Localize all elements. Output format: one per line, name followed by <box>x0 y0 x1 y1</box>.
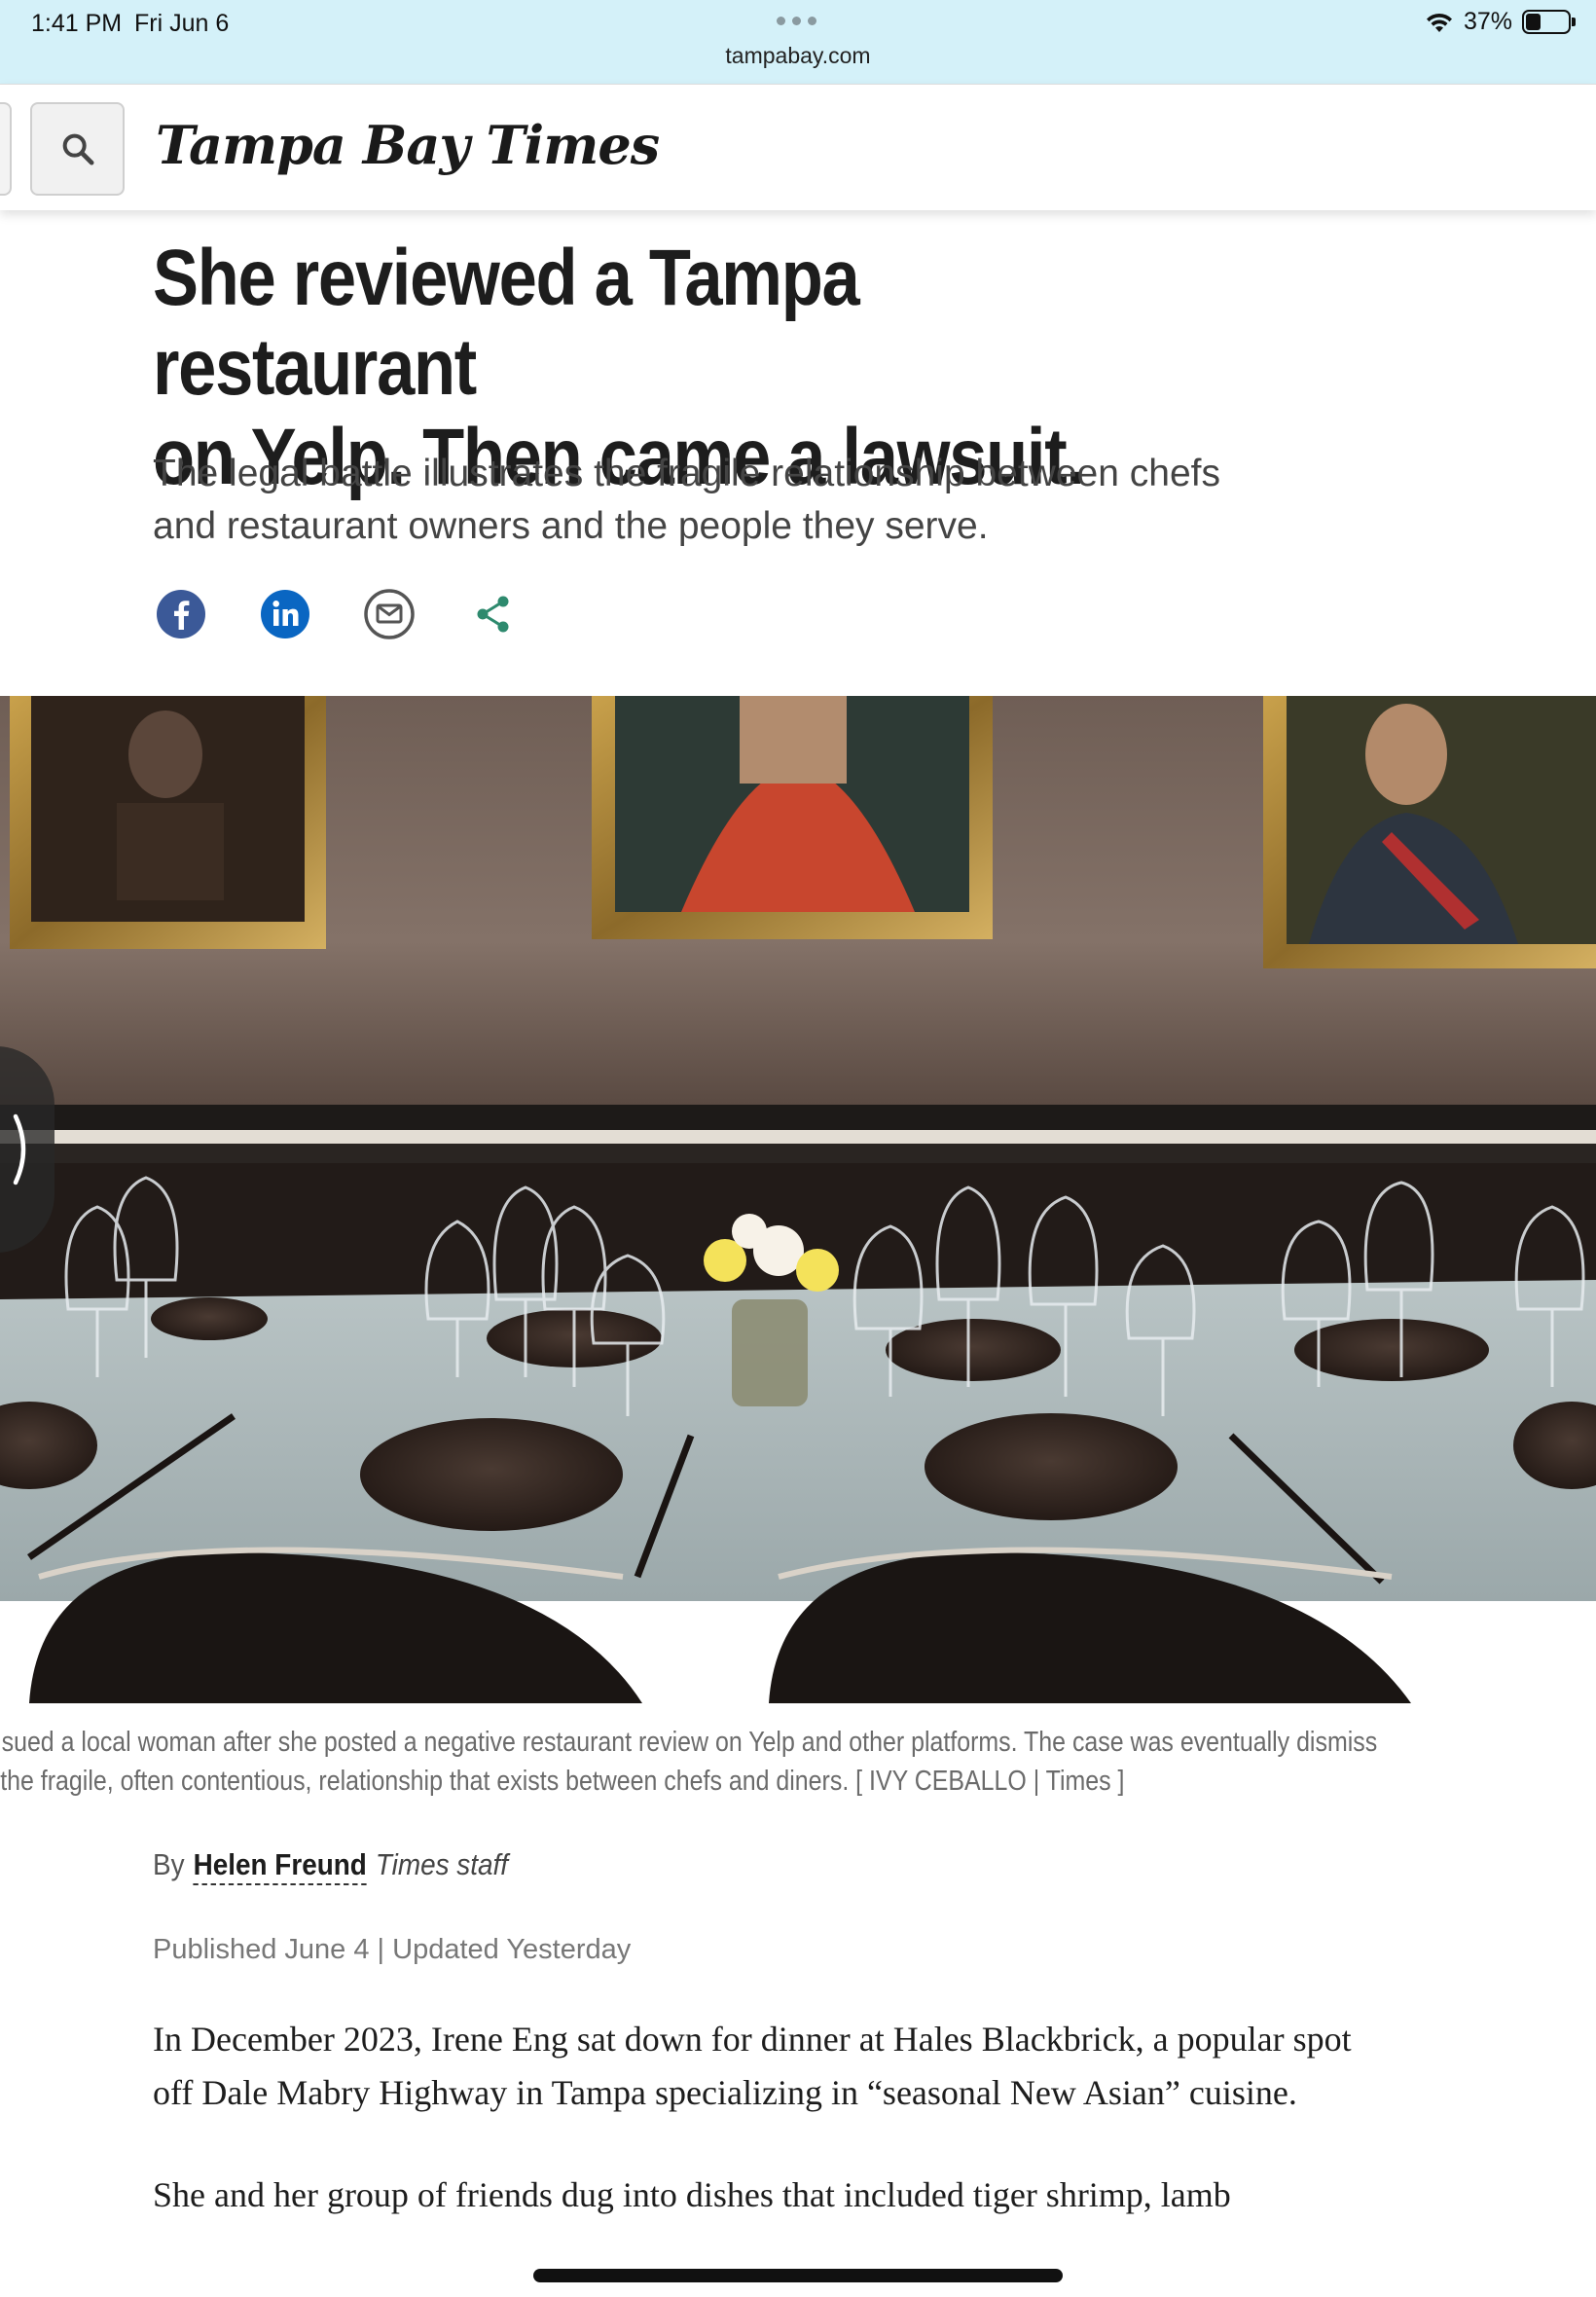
share-toolbar <box>153 586 521 641</box>
published-date: Published June 4 | Updated Yesterday <box>153 1934 632 1965</box>
article-body: In December 2023, Irene Eng sat down for… <box>153 2013 1379 2271</box>
search-icon <box>62 133 93 165</box>
headline-line-1: She reviewed a Tampa restaurant <box>153 234 860 412</box>
facebook-icon <box>156 589 205 638</box>
status-time: 1:41 PM <box>31 10 123 37</box>
battery-percent: 37% <box>1463 8 1512 35</box>
home-indicator[interactable] <box>533 2269 1063 2282</box>
address-bar-url[interactable]: tampabay.com <box>0 43 1596 69</box>
linkedin-share-button[interactable] <box>257 586 312 641</box>
menu-button[interactable] <box>0 102 12 196</box>
facebook-share-button[interactable] <box>153 586 208 641</box>
status-indicators: 37% <box>1425 8 1576 36</box>
gallery-next-button[interactable] <box>0 1046 54 1253</box>
author-link[interactable]: Helen Freund <box>193 1847 367 1885</box>
article-subhead: The legal battle illustrates the fragile… <box>153 453 1220 547</box>
body-paragraph: In December 2023, Irene Eng sat down for… <box>153 2020 1352 2112</box>
linkedin-icon <box>260 589 309 638</box>
author-role: Times staff <box>375 1847 509 1881</box>
hero-photo[interactable] <box>0 696 1596 1703</box>
email-share-button[interactable] <box>361 586 417 641</box>
email-icon <box>363 588 415 639</box>
byline: By Helen Freund Times staff <box>153 1847 508 1885</box>
share-icon <box>477 596 508 632</box>
byline-prefix: By <box>153 1847 185 1881</box>
multitasking-dots-icon[interactable] <box>777 17 816 25</box>
body-paragraph: She and her group of friends dug into di… <box>153 2175 1231 2214</box>
search-button[interactable] <box>30 102 125 196</box>
more-share-button[interactable] <box>465 586 521 641</box>
caption-line-1: hef sued a local woman after she posted … <box>0 1727 1378 1758</box>
status-bar: 1:41 PM Fri Jun 6 tampabay.com 37% <box>0 0 1596 84</box>
site-header: Tampa Bay Times <box>0 84 1596 210</box>
status-date: Fri Jun 6 <box>134 10 230 37</box>
photo-caption: hef sued a local woman after she posted … <box>0 1723 1400 1801</box>
battery-icon <box>1522 10 1576 34</box>
site-logo[interactable]: Tampa Bay Times <box>156 114 660 176</box>
chevron-right-icon <box>13 1113 26 1185</box>
caption-line-2: tes the fragile, often contentious, rela… <box>0 1766 1125 1797</box>
wifi-icon <box>1426 13 1452 32</box>
